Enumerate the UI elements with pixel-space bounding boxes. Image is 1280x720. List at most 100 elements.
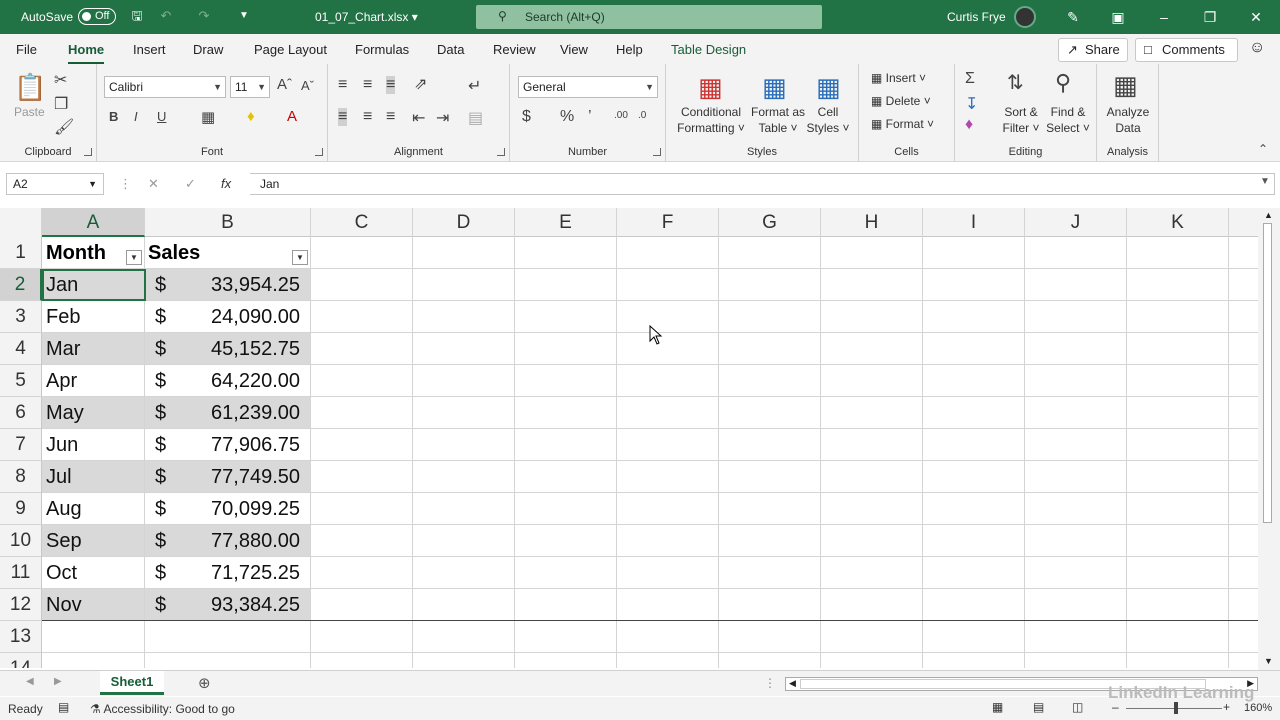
cell-styles-icon[interactable]: ▦ [816, 72, 841, 103]
format-as-table-icon[interactable]: ▦ [762, 72, 787, 103]
next-sheet-icon[interactable]: ▶ [54, 676, 62, 687]
tab-review[interactable]: Review [493, 42, 536, 57]
page-break-view-icon[interactable]: ◫ [1072, 700, 1083, 714]
copy-icon[interactable]: ❐ [54, 94, 68, 114]
number-launcher[interactable] [653, 148, 661, 156]
collapse-ribbon-icon[interactable]: ⌃ [1258, 142, 1268, 156]
col-header-b[interactable]: B [145, 208, 311, 237]
worksheet-grid[interactable]: A B C D E F G H I J K 1 2 3 4 5 6 7 8 9 … [0, 208, 1280, 668]
autosum-icon[interactable]: Σ [965, 70, 975, 88]
cell-month[interactable]: Feb [42, 301, 144, 332]
row-header-3[interactable]: 3 [0, 301, 42, 333]
cell-sales[interactable]: $77,749.50 [145, 461, 310, 492]
format-button[interactable]: ▦ Format ˅ [871, 116, 934, 132]
align-right-icon[interactable]: ≡ [386, 108, 395, 126]
cell-sales[interactable]: $77,906.75 [145, 429, 310, 460]
new-sheet-icon[interactable]: ⊕ [198, 674, 211, 692]
currency-icon[interactable]: $ [522, 108, 531, 126]
percent-icon[interactable]: % [560, 108, 574, 126]
macro-icon[interactable]: ▤ [58, 700, 69, 714]
merge-center-icon[interactable]: ▤ [468, 108, 483, 128]
enter-icon[interactable]: ✓ [185, 176, 196, 192]
align-middle-icon[interactable]: ≡ [363, 76, 372, 94]
find-select-button[interactable]: Find & Select ˅ [1043, 104, 1093, 136]
row-header-1[interactable]: 1 [0, 237, 42, 269]
zoom-level[interactable]: 160% [1244, 702, 1272, 714]
cell-month[interactable]: Sep [42, 525, 144, 556]
tab-file[interactable]: File [16, 42, 37, 57]
restore-icon[interactable]: ❐ [1187, 0, 1233, 34]
tab-data[interactable]: Data [437, 42, 464, 57]
row-header-7[interactable]: 7 [0, 429, 42, 461]
col-header-g[interactable]: G [719, 208, 821, 237]
name-box[interactable]: A2 ▼ [6, 173, 104, 195]
row-header-13[interactable]: 13 [0, 621, 42, 653]
bold-icon[interactable]: B [109, 109, 118, 124]
wrap-text-icon[interactable]: ↵ [468, 76, 481, 96]
row-header-5[interactable]: 5 [0, 365, 42, 397]
align-center-icon[interactable]: ≡ [363, 108, 372, 126]
number-format-select[interactable]: General ▼ [518, 76, 658, 98]
row-header-14[interactable]: 14 [0, 653, 42, 668]
delete-button[interactable]: ▦ Delete ˅ [871, 93, 931, 109]
prev-sheet-icon[interactable]: ◀ [26, 676, 34, 687]
borders-icon[interactable]: ▦ [201, 108, 215, 126]
formula-input[interactable]: Jan [250, 173, 1275, 195]
cell-sales[interactable]: $77,880.00 [145, 525, 310, 556]
cell-sales[interactable]: $93,384.25 [145, 589, 310, 620]
cell-sales[interactable]: $33,954.25 [145, 269, 310, 300]
col-header-f[interactable]: F [617, 208, 719, 237]
cell-month[interactable]: Nov [42, 589, 144, 620]
save-icon[interactable]: 🖫 [129, 8, 145, 24]
filter-dropdown-icon[interactable]: ▼ [126, 250, 142, 265]
document-title[interactable]: 01_07_Chart.xlsx ▾ [315, 10, 418, 24]
share-button[interactable]: ↗ Share [1058, 38, 1128, 62]
tab-page-layout[interactable]: Page Layout [254, 42, 327, 57]
tab-formulas[interactable]: Formulas [355, 42, 409, 57]
accessibility-status[interactable]: ⚗ Accessibility: Good to go [90, 702, 235, 716]
search-box[interactable]: ⚲ Search (Alt+Q) [476, 5, 822, 29]
minimize-icon[interactable]: – [1141, 0, 1187, 34]
sort-filter-icon[interactable]: ⇅ [1007, 70, 1024, 95]
cell-sales[interactable]: $64,220.00 [145, 365, 310, 396]
cell-month[interactable]: May [42, 397, 144, 428]
tab-view[interactable]: View [560, 42, 588, 57]
autosave-toggle[interactable]: Off [78, 8, 116, 25]
cell-sales[interactable]: $70,099.25 [145, 493, 310, 524]
normal-view-icon[interactable]: ▦ [992, 700, 1003, 714]
vertical-scrollbar[interactable]: ▲ ▼ [1258, 208, 1280, 670]
align-top-icon[interactable]: ≡ [338, 76, 347, 94]
ribbon-display-icon[interactable]: ▣ [1095, 0, 1141, 34]
cell-sales[interactable]: $71,725.25 [145, 557, 310, 588]
header-sales[interactable]: Sales [148, 237, 308, 268]
row-header-6[interactable]: 6 [0, 397, 42, 429]
fill-color-icon[interactable]: ♦ [247, 108, 255, 125]
tab-home[interactable]: Home [68, 42, 105, 65]
cell-month[interactable]: Jun [42, 429, 144, 460]
col-header-a[interactable]: A [42, 208, 145, 237]
cell-sales[interactable]: $24,090.00 [145, 301, 310, 332]
cell-month[interactable]: Apr [42, 365, 144, 396]
format-painter-icon[interactable]: 🖌 [54, 117, 74, 137]
analyze-data-icon[interactable]: ▦ [1113, 70, 1138, 101]
row-header-10[interactable]: 10 [0, 525, 42, 557]
zoom-in-icon[interactable]: + [1223, 700, 1230, 714]
scroll-left-icon[interactable]: ◀ [789, 678, 796, 689]
decrease-decimal-icon[interactable]: .0 [638, 110, 646, 121]
alignment-launcher[interactable] [497, 148, 505, 156]
cell-month[interactable]: Mar [42, 333, 144, 364]
col-header-j[interactable]: J [1025, 208, 1127, 237]
pen-icon[interactable]: ✎ [1050, 0, 1096, 34]
smiley-icon[interactable]: ☺ [1249, 39, 1265, 57]
align-bottom-icon[interactable]: ≡ [386, 76, 396, 94]
font-color-icon[interactable]: A [287, 108, 297, 125]
user-name[interactable]: Curtis Frye [947, 10, 1006, 24]
clipboard-launcher[interactable] [84, 148, 92, 156]
align-left-icon[interactable]: ≡ [338, 108, 348, 126]
cut-icon[interactable]: ✂ [54, 70, 67, 90]
col-header-i[interactable]: I [923, 208, 1025, 237]
scroll-down-icon[interactable]: ▼ [1264, 656, 1273, 666]
cell-sales[interactable]: $45,152.75 [145, 333, 310, 364]
underline-icon[interactable]: U [157, 109, 166, 124]
col-header-h[interactable]: H [821, 208, 923, 237]
